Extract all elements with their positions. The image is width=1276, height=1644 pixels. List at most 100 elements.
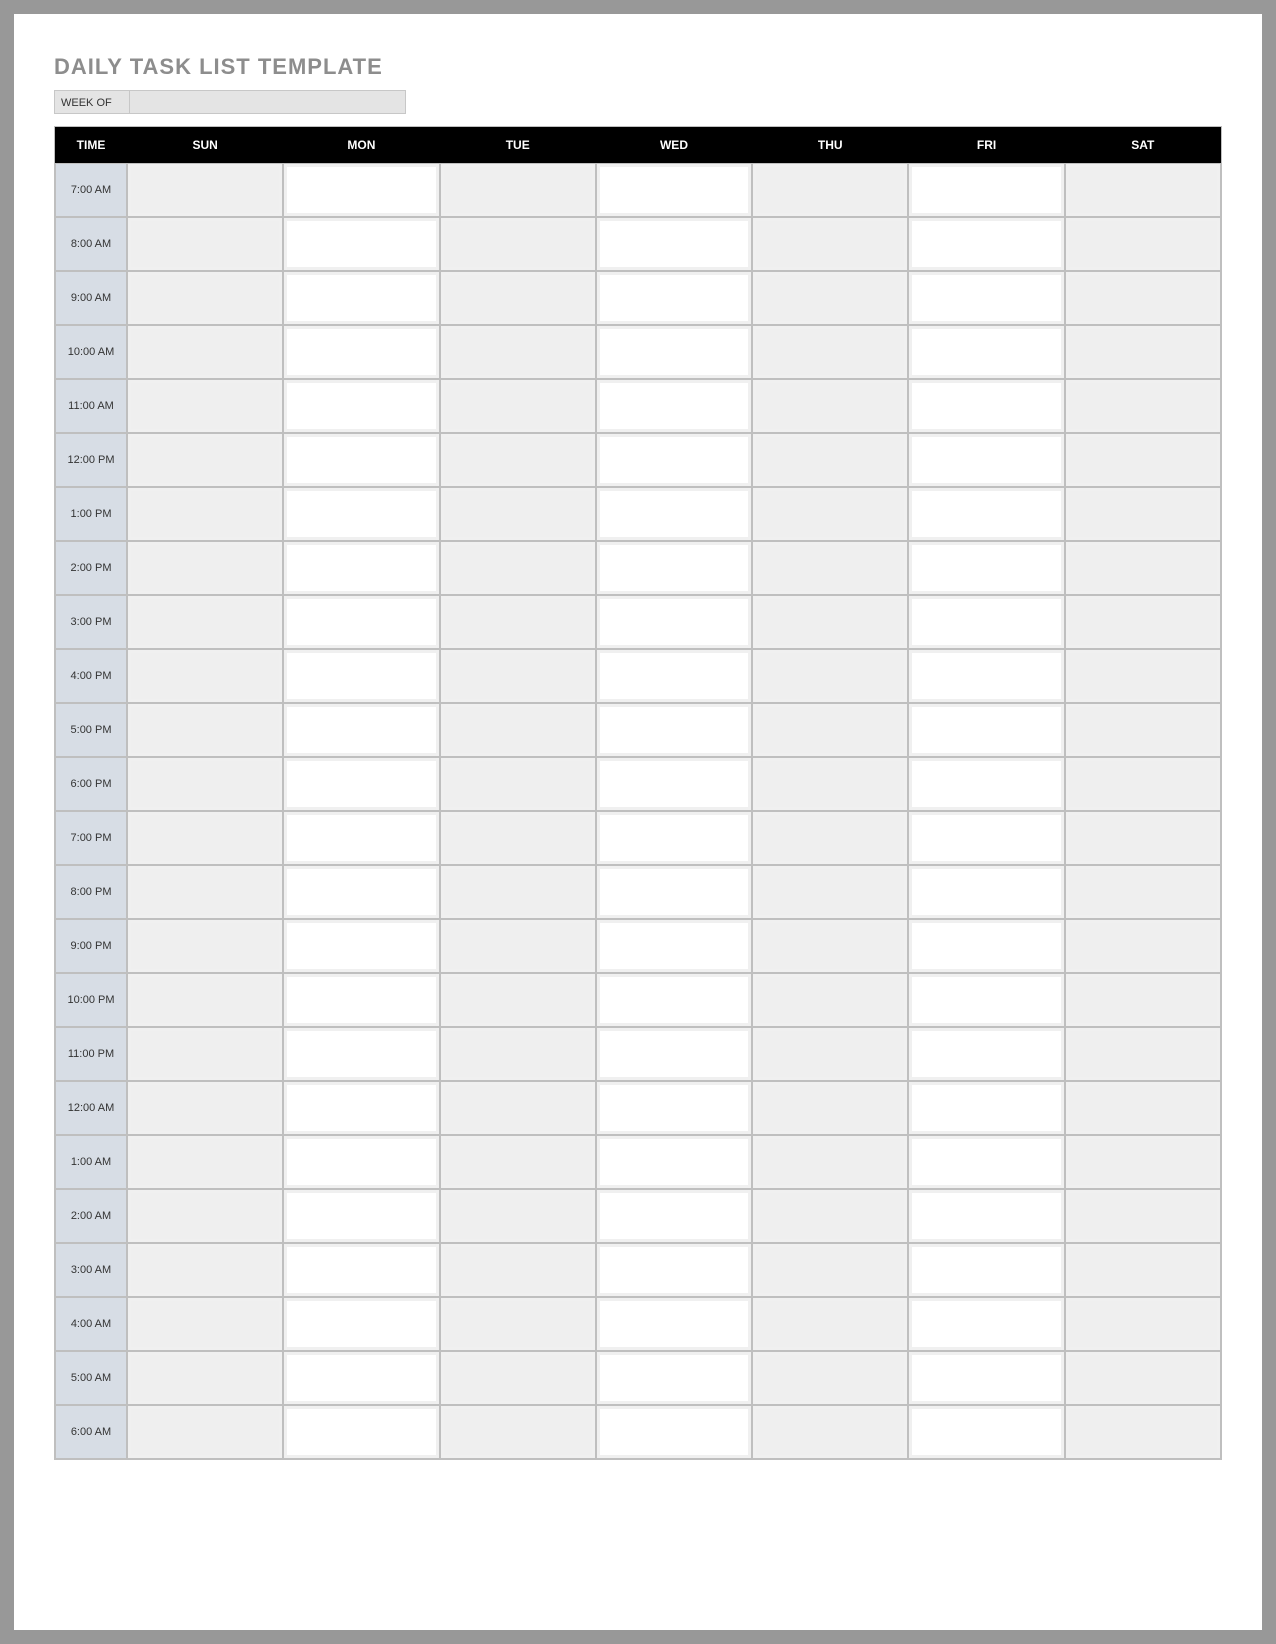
task-cell[interactable] [127,1351,283,1405]
task-input[interactable] [912,491,1060,537]
task-input[interactable] [912,707,1060,753]
task-input[interactable] [912,869,1060,915]
task-input[interactable] [1069,491,1217,537]
task-cell[interactable] [908,757,1064,811]
task-cell[interactable] [127,1027,283,1081]
task-input[interactable] [600,815,748,861]
task-input[interactable] [1069,167,1217,213]
task-input[interactable] [1069,1355,1217,1401]
task-input[interactable] [756,221,904,267]
task-input[interactable] [287,1355,435,1401]
task-cell[interactable] [1065,433,1221,487]
task-cell[interactable] [908,163,1064,217]
task-cell[interactable] [596,1405,752,1459]
task-cell[interactable] [596,1135,752,1189]
task-cell[interactable] [752,217,908,271]
task-input[interactable] [756,815,904,861]
task-cell[interactable] [596,163,752,217]
task-input[interactable] [287,599,435,645]
task-cell[interactable] [752,811,908,865]
task-cell[interactable] [752,271,908,325]
task-input[interactable] [287,1301,435,1347]
task-cell[interactable] [440,325,596,379]
task-cell[interactable] [283,649,439,703]
task-cell[interactable] [1065,703,1221,757]
task-input[interactable] [444,1409,592,1455]
task-input[interactable] [600,383,748,429]
task-cell[interactable] [752,1189,908,1243]
task-input[interactable] [287,815,435,861]
task-cell[interactable] [283,757,439,811]
task-cell[interactable] [440,487,596,541]
task-cell[interactable] [283,487,439,541]
task-input[interactable] [444,1031,592,1077]
task-cell[interactable] [908,1081,1064,1135]
task-cell[interactable] [127,973,283,1027]
task-cell[interactable] [1065,541,1221,595]
task-cell[interactable] [596,973,752,1027]
task-input[interactable] [756,491,904,537]
task-input[interactable] [1069,707,1217,753]
task-cell[interactable] [283,1189,439,1243]
task-cell[interactable] [283,1243,439,1297]
task-input[interactable] [912,1031,1060,1077]
task-input[interactable] [912,1301,1060,1347]
task-input[interactable] [912,167,1060,213]
task-cell[interactable] [127,1405,283,1459]
task-input[interactable] [912,599,1060,645]
task-input[interactable] [756,545,904,591]
task-cell[interactable] [127,541,283,595]
task-cell[interactable] [127,1243,283,1297]
task-cell[interactable] [440,919,596,973]
task-cell[interactable] [908,325,1064,379]
task-input[interactable] [131,491,279,537]
task-cell[interactable] [127,217,283,271]
task-input[interactable] [600,653,748,699]
task-cell[interactable] [127,325,283,379]
task-input[interactable] [287,1193,435,1239]
task-input[interactable] [912,1247,1060,1293]
task-input[interactable] [756,923,904,969]
task-cell[interactable] [908,433,1064,487]
task-cell[interactable] [752,1135,908,1189]
task-cell[interactable] [127,433,283,487]
task-input[interactable] [600,437,748,483]
task-cell[interactable] [596,487,752,541]
task-cell[interactable] [1065,217,1221,271]
task-input[interactable] [912,437,1060,483]
task-cell[interactable] [440,973,596,1027]
task-cell[interactable] [908,271,1064,325]
task-input[interactable] [131,599,279,645]
task-input[interactable] [287,1139,435,1185]
task-cell[interactable] [908,1405,1064,1459]
task-input[interactable] [600,923,748,969]
task-input[interactable] [600,761,748,807]
task-cell[interactable] [283,1405,439,1459]
task-cell[interactable] [1065,1027,1221,1081]
task-cell[interactable] [596,1081,752,1135]
task-cell[interactable] [1065,1135,1221,1189]
task-input[interactable] [1069,1031,1217,1077]
task-cell[interactable] [596,703,752,757]
task-cell[interactable] [283,271,439,325]
task-cell[interactable] [283,865,439,919]
task-input[interactable] [131,977,279,1023]
task-input[interactable] [756,761,904,807]
task-input[interactable] [444,1085,592,1131]
task-input[interactable] [1069,383,1217,429]
task-cell[interactable] [1065,325,1221,379]
task-input[interactable] [756,869,904,915]
task-input[interactable] [131,923,279,969]
task-cell[interactable] [596,811,752,865]
task-input[interactable] [756,977,904,1023]
task-cell[interactable] [127,379,283,433]
task-input[interactable] [912,761,1060,807]
task-cell[interactable] [596,379,752,433]
task-input[interactable] [912,1409,1060,1455]
task-input[interactable] [131,545,279,591]
task-input[interactable] [131,1085,279,1131]
task-input[interactable] [444,1355,592,1401]
task-cell[interactable] [1065,865,1221,919]
task-input[interactable] [131,1193,279,1239]
task-input[interactable] [600,599,748,645]
